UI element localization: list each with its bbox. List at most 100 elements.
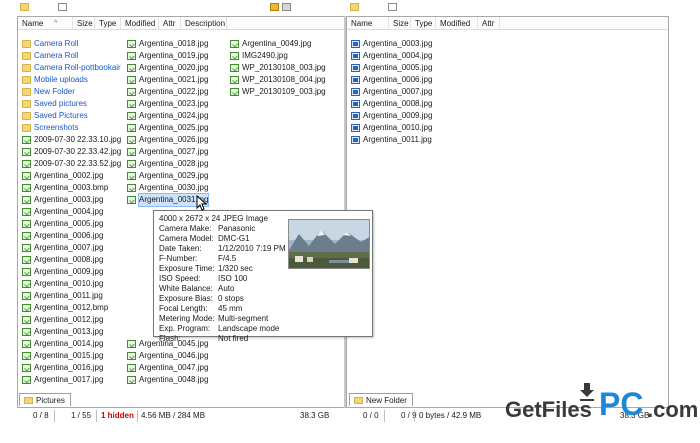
tooltip-row-label: Camera Model: [159, 234, 214, 243]
tab-label: Pictures [36, 396, 65, 405]
file-name: Argentina_0021.jpg [139, 75, 209, 84]
file-name: New Folder [34, 87, 75, 96]
tooltip-row-value: 45 mm [218, 304, 243, 313]
image-file-icon [127, 340, 136, 348]
status-folders: 0 / 0 [363, 411, 379, 420]
image-file-icon [351, 40, 360, 48]
file-name: WP_20130109_003.jpg [242, 87, 326, 96]
tooltip-row-value: Auto [218, 284, 235, 293]
image-file-icon [22, 352, 31, 360]
landscape-thumbnail-icon [289, 220, 369, 268]
file-name: Argentina_0006.jpg [363, 75, 433, 84]
file-name: Argentina_0012.bmp [34, 303, 109, 312]
folder-icon [22, 100, 31, 108]
column-name[interactable]: Name [347, 17, 389, 30]
column-size-label: Size [77, 19, 93, 28]
column-type-label: Type [99, 19, 117, 28]
status-files: 1 / 55 [71, 411, 92, 420]
status-free-space: 38.3 GB [300, 411, 330, 420]
file-name: 2009-07-30 22.33.52.jpg [34, 159, 122, 168]
disk-icon [282, 3, 291, 11]
image-file-icon [22, 292, 31, 300]
tab-pictures[interactable]: Pictures [19, 393, 71, 406]
image-thumbnail [288, 219, 370, 269]
folder-icon [22, 112, 31, 120]
tooltip-row-label: Exposure Time: [159, 264, 215, 273]
sort-ascending-icon: ^ [54, 20, 58, 27]
file-name: Mobile uploads [34, 75, 88, 84]
file-name: Argentina_0004.jpg [34, 207, 104, 216]
file-name: Argentina_0026.jpg [139, 135, 209, 144]
file-name: Argentina_0003.jpg [363, 39, 433, 48]
image-file-icon [127, 64, 136, 72]
file-name: Argentina_0010.jpg [363, 123, 433, 132]
image-info-tooltip: 4000 x 2672 x 24 JPEG Image Camera Make:… [153, 210, 373, 343]
file-name: Argentina_0011.jpg [34, 291, 103, 300]
column-size[interactable]: Size [389, 17, 411, 30]
status-divider [54, 410, 55, 422]
tooltip-row-label: Exposure Bias: [159, 294, 213, 303]
image-file-icon [127, 76, 136, 84]
column-modified-label: Modified [440, 19, 471, 28]
image-file-icon [22, 256, 31, 264]
file-name: Argentina_0005.jpg [363, 63, 433, 72]
column-name[interactable]: Name [18, 17, 73, 30]
folder-icon [24, 397, 33, 404]
column-name-label: Name [22, 19, 44, 28]
folder-icon [354, 397, 363, 404]
image-file-icon [22, 244, 31, 252]
status-size: 0 bytes / 42.9 MB [419, 411, 482, 420]
image-file-icon [351, 76, 360, 84]
column-type[interactable]: Type [411, 17, 436, 30]
file-name: Screenshots [34, 123, 79, 132]
file-name: Argentina_0046.jpg [139, 351, 209, 360]
watermark-text-com: .com [647, 397, 699, 422]
folder-icon [22, 64, 31, 72]
status-hidden[interactable]: 1 hidden [101, 409, 134, 423]
file-name: Argentina_0023.jpg [139, 99, 209, 108]
file-name: Saved Pictures [34, 111, 88, 120]
file-name: Argentina_0009.jpg [363, 111, 433, 120]
file-name: Argentina_0022.jpg [139, 87, 209, 96]
file-name: 2009-07-30 22.33.10.jpg [34, 135, 122, 144]
status-divider [414, 410, 415, 422]
tab-new-folder[interactable]: New Folder [349, 393, 413, 406]
file-name: Argentina_0028.jpg [139, 159, 209, 168]
column-type[interactable]: Type [95, 17, 121, 30]
file-name: Argentina_0009.jpg [34, 267, 104, 276]
column-modified[interactable]: Modified [436, 17, 478, 30]
column-description[interactable]: Description [181, 17, 227, 30]
image-file-icon [22, 340, 31, 348]
image-file-icon [22, 220, 31, 228]
tooltip-row-value: Multi-segment [218, 314, 269, 323]
status-divider [96, 410, 97, 422]
image-file-icon [22, 136, 31, 144]
watermark-text-pc: PC [599, 386, 644, 422]
tab-label: New Folder [366, 396, 407, 405]
right-file-pane[interactable]: Name Size Type Modified Attr Argentina_0… [346, 16, 669, 408]
column-attr[interactable]: Attr [478, 17, 500, 30]
file-name: Argentina_0011.jpg [363, 135, 432, 144]
column-description-label: Description [185, 19, 226, 28]
tooltip-row-value: 1/12/2010 7:19 PM [218, 244, 286, 253]
tooltip-header: 4000 x 2672 x 24 JPEG Image [159, 214, 268, 223]
tooltip-row-value: DMC-G1 [218, 234, 250, 243]
status-divider [137, 410, 138, 422]
folder-icon [22, 76, 31, 84]
image-file-icon [127, 352, 136, 360]
file-name: Argentina_0017.jpg [34, 375, 104, 384]
image-file-icon [127, 88, 136, 96]
column-size[interactable]: Size [73, 17, 95, 30]
tooltip-row-label: Metering Mode: [159, 314, 215, 323]
folder-icon [20, 3, 29, 11]
tooltip-row-label: Camera Make: [159, 224, 212, 233]
column-attr[interactable]: Attr [159, 17, 181, 30]
tooltip-row-value: Not fired [218, 334, 249, 343]
image-file-icon [22, 148, 31, 156]
folder-icon [22, 52, 31, 60]
tooltip-row-value: Landscape mode [218, 324, 280, 333]
file-name: Argentina_0007.jpg [363, 87, 433, 96]
tooltip-row-label: Flash: [159, 334, 181, 343]
image-file-icon [22, 160, 31, 168]
column-modified[interactable]: Modified [121, 17, 159, 30]
